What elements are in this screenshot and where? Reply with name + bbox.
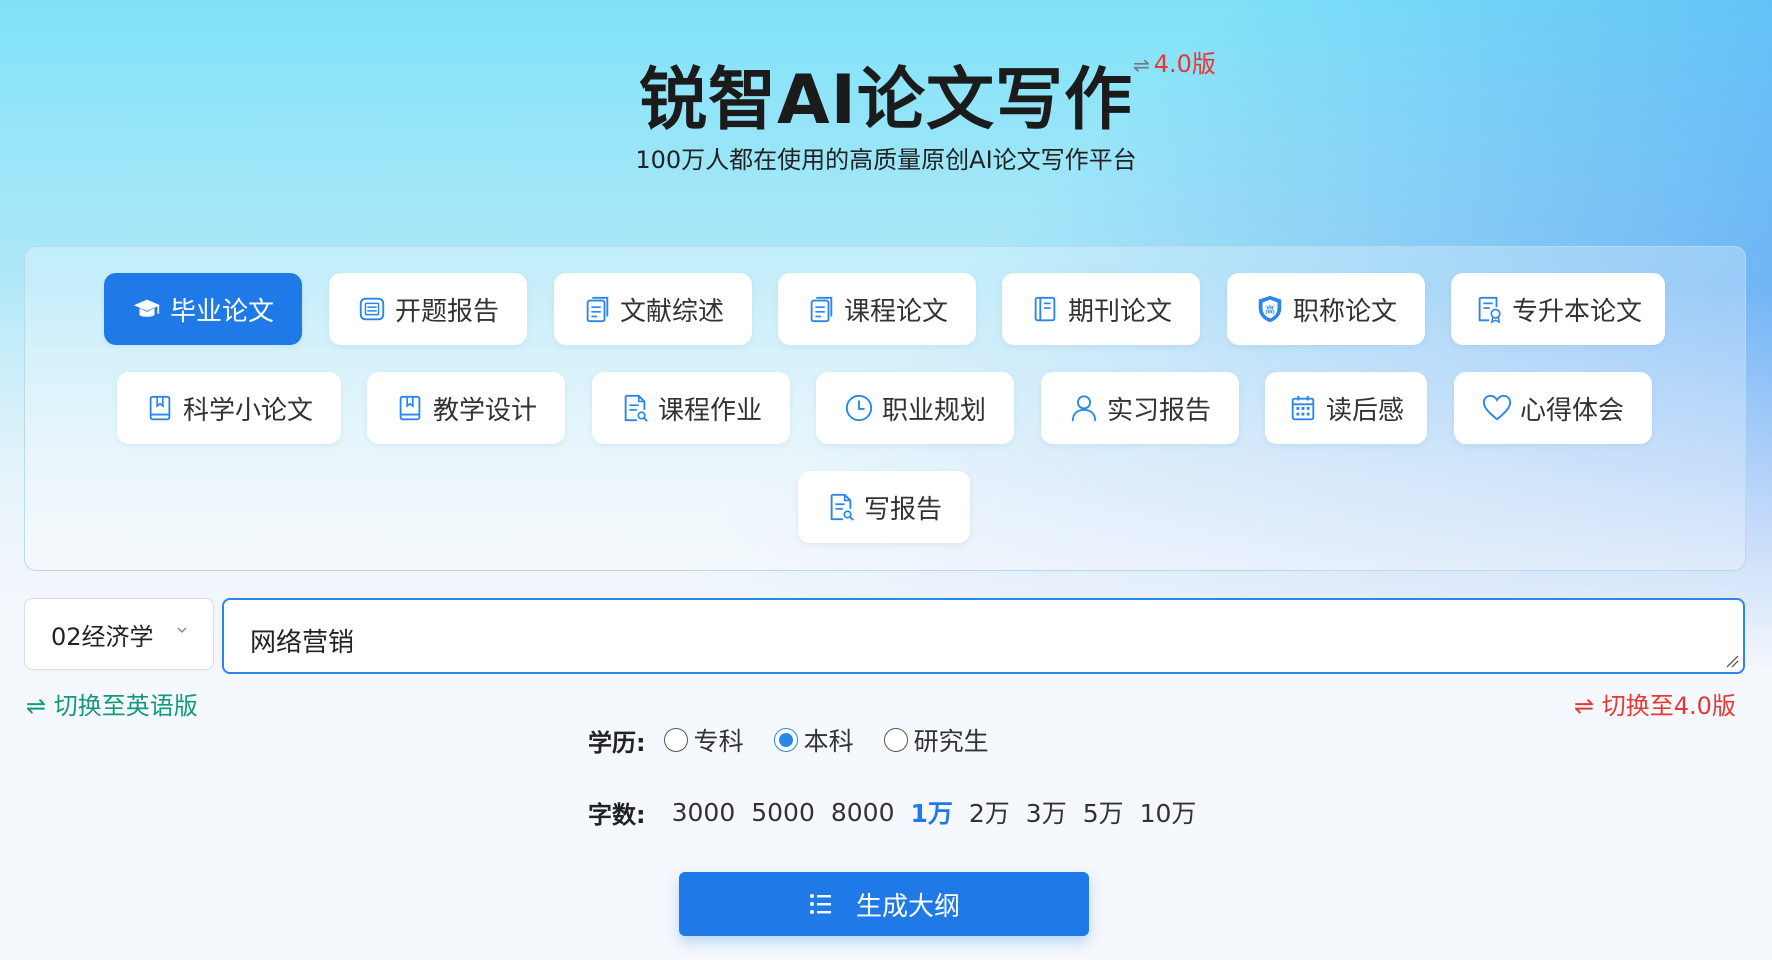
version-badge[interactable]: ⇌ 4.0版 [1133,44,1216,79]
type-teaching-design[interactable]: 教学设计 [367,372,565,444]
education-option-bachelor[interactable]: 本科 [773,722,854,758]
chevron-down-icon [177,627,187,634]
certificate-doc-icon [1478,296,1501,324]
radio-button[interactable] [663,728,688,752]
calendar-icon [1291,395,1315,421]
shield-badge-icon: 高 [1258,295,1282,323]
word-count-option[interactable]: 3万 [1026,794,1067,830]
heart-icon [1482,394,1512,421]
type-course-paper[interactable]: 课程论文 [778,273,976,345]
switch-icon: ⇌ [1133,53,1150,77]
education-label: 学历: [588,728,646,757]
type-internship-report[interactable]: 实习报告 [1041,372,1239,444]
clock-icon [845,394,873,422]
type-reflections[interactable]: 心得体会 [1454,372,1652,444]
type-label: 课程论文 [843,296,948,327]
word-count-option[interactable]: 5万 [1083,794,1124,830]
radio-label: 专科 [693,727,744,756]
type-label: 实习报告 [1106,395,1211,426]
radio-button[interactable] [883,728,908,752]
type-label: 读后感 [1325,395,1404,426]
list-window-icon [359,297,385,321]
type-label: 写报告 [863,494,942,525]
education-option-graduate[interactable]: 研究生 [883,722,989,758]
paper-type-panel: 毕业论文 开题报告 文献综述 课程论文 期刊论文 高 职称论文 专升本论文 科学… [24,246,1746,571]
generate-outline-button[interactable]: 生成大纲 [679,872,1089,936]
word-count-option[interactable]: 3000 [672,798,736,827]
type-label: 课程作业 [657,395,762,426]
list-icon [809,894,831,914]
switch-english-link[interactable]: ⇌ 切换至英语版 [26,686,198,721]
bookmark-book-icon [399,395,421,421]
page-subtitle: 100万人都在使用的高质量原创AI论文写作平台 [635,146,1137,174]
document-search-icon [830,493,854,521]
svg-text:高: 高 [1265,304,1275,317]
page: 锐智AI论文写作 ⇌ 4.0版 100万人都在使用的高质量原创AI论文写作平台 毕… [0,0,1772,960]
type-book-review[interactable]: 读后感 [1265,372,1427,444]
type-label: 心得体会 [1519,395,1624,426]
discipline-value: 02经济学 [51,622,154,651]
resize-grip-icon[interactable] [1725,654,1739,668]
type-professional-title-paper[interactable]: 高 职称论文 [1227,273,1425,345]
clipboard-icon [810,296,833,323]
type-career-planning[interactable]: 职业规划 [816,372,1014,444]
type-label: 毕业论文 [169,296,274,327]
type-label: 职称论文 [1292,296,1397,327]
type-journal-paper[interactable]: 期刊论文 [1002,273,1200,345]
type-label: 专升本论文 [1511,296,1642,327]
bookmark-book-icon [149,395,171,421]
user-icon [1071,395,1097,422]
radio-label: 研究生 [913,727,989,756]
document-search-icon [624,394,648,422]
type-label: 开题报告 [394,296,499,327]
switch-v4-link[interactable]: ⇌ 切换至4.0版 [1574,686,1736,721]
type-literature-review[interactable]: 文献综述 [554,273,752,345]
discipline-select[interactable]: 02经济学 [24,598,214,670]
word-count-row: 字数: 3000 5000 8000 1万 2万 3万 5万 10万 [588,794,1212,830]
type-write-report[interactable]: 写报告 [798,471,970,543]
word-count-option[interactable]: 10万 [1140,794,1197,830]
word-count-option[interactable]: 8000 [831,798,895,827]
clipboard-icon [586,296,609,323]
radio-button-checked[interactable] [773,728,798,752]
education-row: 学历: 专科 本科 研究生 [588,722,1019,758]
type-course-homework[interactable]: 课程作业 [592,372,790,444]
word-count-option[interactable]: 2万 [969,794,1010,830]
topic-input[interactable]: 网络营销 [222,598,1745,674]
word-count-label: 字数: [588,800,646,829]
type-label: 文献综述 [619,296,724,327]
type-label: 科学小论文 [182,395,313,426]
type-science-essay[interactable]: 科学小论文 [117,372,341,444]
type-proposal-report[interactable]: 开题报告 [329,273,527,345]
word-count-option[interactable]: 5000 [751,798,815,827]
education-option-associate[interactable]: 专科 [663,722,744,758]
generate-outline-label: 生成大纲 [855,891,960,922]
radio-label: 本科 [803,727,854,756]
journal-icon [1034,296,1056,322]
type-label: 职业规划 [881,395,986,426]
type-upgrade-paper[interactable]: 专升本论文 [1451,273,1665,345]
word-count-option-selected[interactable]: 1万 [910,794,952,830]
topic-value: 网络营销 [250,628,355,658]
graduation-cap-icon [133,299,161,317]
type-graduation-thesis[interactable]: 毕业论文 [104,273,302,345]
type-label: 教学设计 [432,395,537,426]
type-label: 期刊论文 [1067,296,1172,327]
version-label: 4.0版 [1153,50,1216,78]
page-title: 锐智AI论文写作 [639,61,1133,140]
